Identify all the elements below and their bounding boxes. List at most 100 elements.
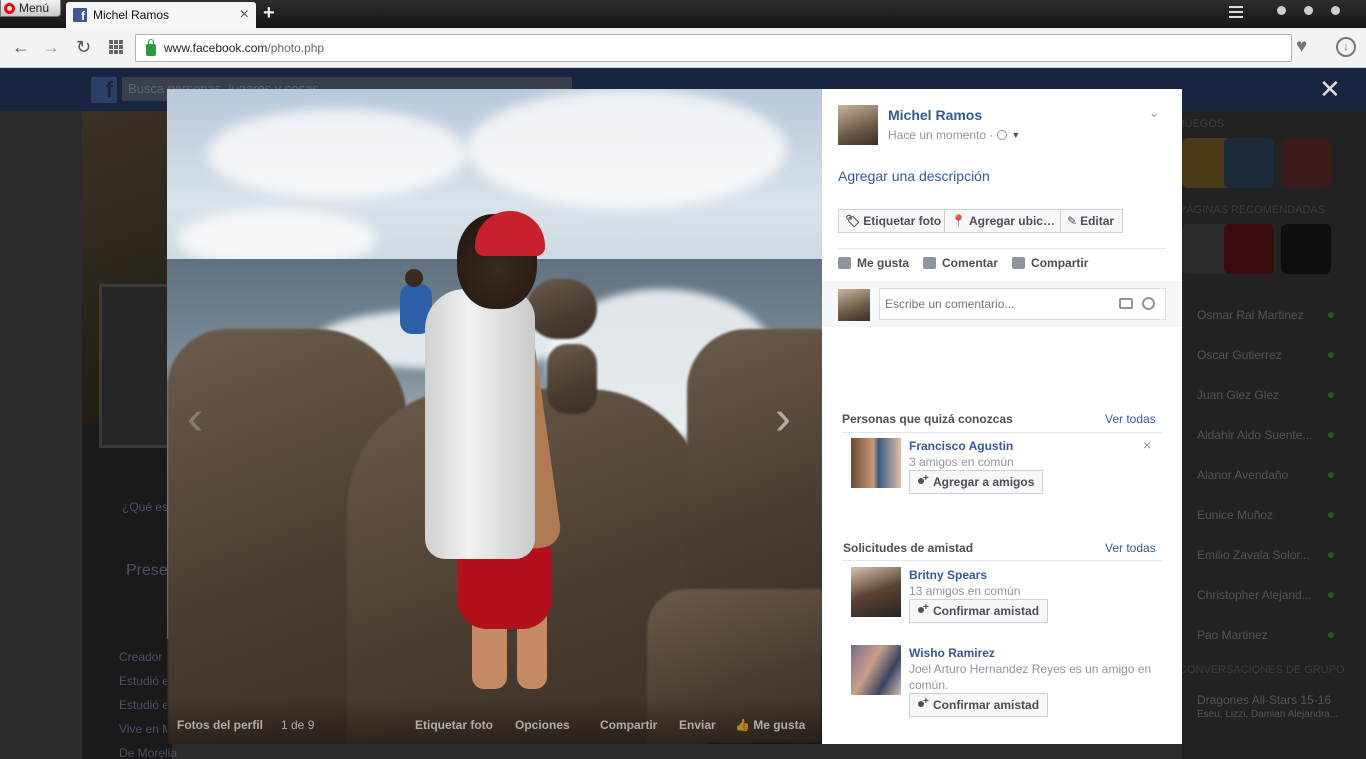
add-description-link[interactable]: Agregar una descripción [838, 168, 990, 184]
facebook-favicon-icon: f [73, 8, 87, 22]
friend-requests-see-all-link[interactable]: Ver todas [1105, 541, 1156, 555]
page-tile[interactable] [1224, 224, 1274, 274]
chat-friend[interactable]: Juan Glez Glez [1197, 388, 1279, 402]
photo-like-link[interactable]: 👍 Me gusta [735, 718, 805, 732]
add-friend-button[interactable]: Agregar a amigos [909, 470, 1044, 494]
request-name[interactable]: Britny Spears [909, 568, 987, 582]
confirm-friend-button[interactable]: Confirmar amistad [909, 599, 1049, 623]
location-pin-icon: 📍 [951, 214, 966, 228]
tab-close-icon[interactable]: × [240, 7, 249, 23]
online-indicator [1328, 352, 1334, 358]
author-name[interactable]: Michel Ramos [888, 107, 982, 123]
photo-send-link[interactable]: Enviar [679, 718, 716, 732]
emoji-icon[interactable] [1142, 297, 1155, 310]
photo-tag-link[interactable]: Etiquetar foto [415, 718, 493, 732]
audience-caret-icon[interactable]: ▼ [1011, 130, 1020, 140]
add-location-button[interactable]: 📍 Agregar ubic… [944, 209, 1061, 233]
like-label: Me gusta [857, 256, 910, 270]
online-indicator [1328, 552, 1334, 558]
pencil-icon: ✎ [1067, 214, 1078, 228]
suggestion-name[interactable]: Francisco Agustin [909, 439, 1013, 453]
browser-address-bar: ← → ↻ www.facebook.com/photo.php ♥ ↓ [0, 28, 1366, 68]
chat-friend[interactable]: Osmar Rai Martinez [1197, 308, 1304, 322]
photo-rock [547, 344, 597, 414]
game-tile[interactable] [1281, 138, 1331, 188]
group-chat-name[interactable]: Dragones All-Stars 15-16 [1197, 693, 1331, 707]
suggestions-see-all-link[interactable]: Ver todas [1105, 412, 1156, 426]
add-friend-icon [918, 602, 929, 616]
tag-icon: 🏷 [845, 214, 861, 228]
comment-button[interactable]: Comentar [923, 256, 998, 270]
request-avatar[interactable] [851, 645, 901, 695]
share-button[interactable]: Compartir [1012, 256, 1088, 270]
stash-heart-icon[interactable]: ♥ [1296, 36, 1307, 58]
forward-arrow-icon[interactable]: → [42, 37, 60, 57]
share-arrow-icon [1012, 257, 1026, 269]
post-reaction-bar: Me gusta Comentar Compartir [838, 256, 1088, 270]
chat-friend[interactable]: Emilio Zavala Solor... [1197, 548, 1310, 562]
suggestion-mutual-friends[interactable]: 3 amigos en común [909, 454, 1154, 470]
divider [842, 432, 1162, 433]
album-name[interactable]: Fotos del perfil [177, 718, 263, 732]
photo-image[interactable]: ‹ › Fotos del perfil 1 de 9 Etiquetar fo… [167, 89, 822, 744]
chat-friend[interactable]: Christopher Alejand... [1197, 588, 1312, 602]
online-indicator [1328, 312, 1334, 318]
add-friend-icon [918, 696, 929, 710]
recommended-pages-label: Páginas recomendadas [1179, 204, 1326, 216]
games-section-label: Juegos [1179, 118, 1225, 130]
tag-photo-button[interactable]: 🏷 Etiquetar foto [838, 209, 945, 233]
url-path: /photo.php [267, 41, 325, 55]
camera-icon[interactable] [1119, 298, 1133, 309]
intro-item: Estudió e [119, 674, 170, 688]
post-options-chevron-icon[interactable]: ⌄ [1149, 106, 1159, 120]
chat-friend[interactable]: Pao Martinez [1197, 628, 1268, 642]
dismiss-suggestion-icon[interactable]: × [1143, 438, 1151, 452]
online-indicator [1328, 512, 1334, 518]
request-mutual-friends[interactable]: Joel Arturo Hernandez Reyes es un amigo … [909, 661, 1154, 693]
next-photo-icon[interactable]: › [775, 395, 791, 443]
previous-photo-icon[interactable]: ‹ [187, 395, 203, 443]
download-icon[interactable]: ↓ [1336, 37, 1356, 57]
chat-friend[interactable]: Alanor Avendaño [1197, 468, 1288, 482]
photo-like-label: Me gusta [753, 718, 806, 732]
photo-side-panel: Michel Ramos Hace un momento · ▼ ⌄ Agreg… [822, 89, 1182, 744]
request-name[interactable]: Wisho Ramirez [909, 646, 995, 660]
like-button[interactable]: Me gusta [838, 256, 909, 270]
opera-menu-button[interactable]: Menú [0, 0, 61, 17]
online-indicator [1328, 432, 1334, 438]
intro-item: Vive en M [119, 722, 173, 736]
request-mutual-friends[interactable]: 13 amigos en común [909, 583, 1154, 599]
photo-counter: 1 de 9 [281, 718, 315, 732]
chat-friend[interactable]: Aldahir Aldo Suente... [1197, 428, 1312, 442]
speed-dial-grid-icon[interactable] [109, 40, 123, 54]
add-friend-label: Agregar a amigos [933, 475, 1035, 489]
intro-item: De Morelia [119, 746, 178, 759]
tab-menu-icon[interactable] [1229, 6, 1243, 20]
page-tile[interactable] [1281, 224, 1331, 274]
post-timestamp: Hace un momento · ▼ [888, 128, 1020, 142]
profile-photo [99, 284, 171, 448]
window-minimize-button[interactable] [1277, 6, 1286, 15]
reload-icon[interactable]: ↻ [76, 37, 91, 57]
close-photo-viewer-icon[interactable]: ✕ [1319, 76, 1341, 102]
share-label: Compartir [1031, 256, 1089, 270]
confirm-friend-button[interactable]: Confirmar amistad [909, 693, 1049, 717]
author-avatar[interactable] [838, 105, 878, 145]
url-input[interactable]: www.facebook.com/photo.php [135, 34, 1292, 62]
chat-friend[interactable]: Oscar Gutierrez [1197, 348, 1282, 362]
suggestions-heading: Personas que quizá conozcas [842, 412, 1013, 426]
edit-button[interactable]: ✎ Editar [1060, 209, 1123, 233]
back-arrow-icon[interactable]: ← [12, 37, 30, 57]
suggestion-avatar[interactable] [851, 438, 901, 488]
tag-photo-label: Etiquetar foto [863, 214, 942, 228]
request-avatar[interactable] [851, 567, 901, 617]
chat-friend[interactable]: Eunice Muñoz [1197, 508, 1273, 522]
group-chat-members: Eseu, Lizzi, Damian Alejandra... [1197, 709, 1339, 720]
window-maximize-button[interactable] [1304, 6, 1313, 15]
browser-tab-active[interactable]: f Michel Ramos × [66, 2, 256, 28]
new-tab-button[interactable]: + [263, 3, 275, 23]
photo-share-link[interactable]: Compartir [600, 718, 657, 732]
photo-options-link[interactable]: Opciones [515, 718, 570, 732]
game-tile[interactable] [1224, 138, 1274, 188]
window-close-button[interactable] [1331, 6, 1340, 15]
